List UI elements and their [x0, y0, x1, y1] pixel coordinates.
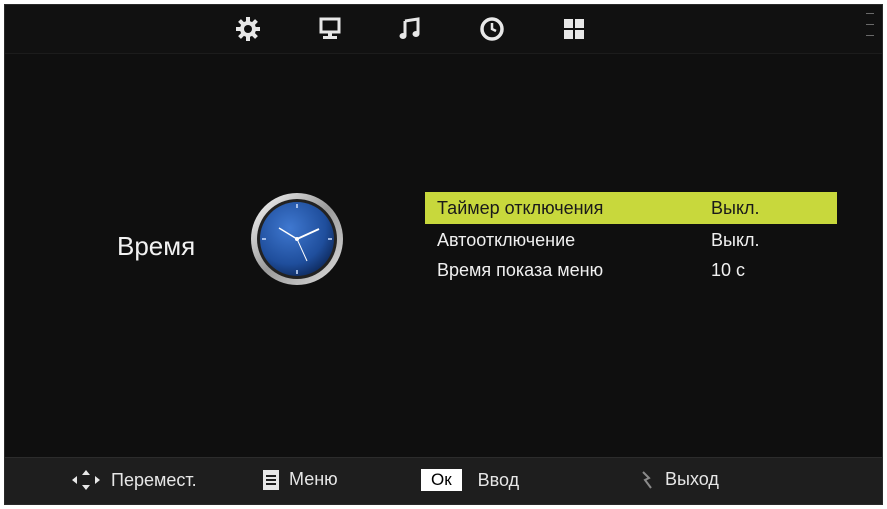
top-tab-bar — [5, 5, 882, 54]
menu-item-label: Время показа меню — [437, 260, 604, 280]
return-icon — [639, 470, 655, 490]
menu-item-value: Выкл. — [711, 230, 760, 250]
tab-display[interactable] — [313, 13, 347, 45]
menu-list-icon — [263, 469, 279, 490]
menu-item-sleep-timer[interactable]: Таймер отключения Выкл. — [425, 192, 837, 224]
hint-exit: Выход — [639, 469, 719, 490]
hint-enter-label: Ввод — [477, 469, 520, 490]
menu-item-label: Таймер отключения — [437, 198, 604, 218]
hint-move: Перемест. — [71, 469, 197, 491]
tab-time[interactable] — [475, 13, 509, 45]
dpad-arrows-icon — [71, 469, 101, 491]
edge-markers — [866, 13, 876, 53]
tab-settings[interactable] — [231, 13, 265, 45]
section-title: Время — [117, 231, 196, 261]
menu-item-label: Автоотключение — [437, 230, 576, 250]
clock-icon — [480, 17, 504, 41]
menu-item-osd-timeout[interactable]: Время показа меню 10 с — [425, 254, 837, 284]
hint-move-label: Перемест. — [111, 469, 197, 490]
ok-key: Ок — [421, 469, 462, 491]
bottom-hint-bar: Перемест. Меню Ок Ввод Выход — [5, 457, 882, 504]
menu-item-value: Выкл. — [711, 198, 760, 218]
grid-icon — [564, 19, 584, 39]
time-settings-menu: Таймер отключения Выкл. Автоотключение В… — [425, 192, 837, 284]
tab-apps[interactable] — [557, 13, 591, 45]
settings-gear-icon — [236, 17, 260, 41]
music-note-icon — [399, 17, 420, 39]
tab-sound[interactable] — [393, 13, 427, 45]
analog-clock-icon — [251, 193, 343, 285]
tv-menu-screen: Время Таймер отключения Выкл. Автоотключ… — [4, 4, 883, 505]
hint-menu: Меню — [263, 469, 338, 490]
hint-exit-label: Выход — [665, 469, 719, 489]
hint-menu-label: Меню — [289, 469, 338, 489]
hint-enter: Ок Ввод — [421, 469, 519, 491]
menu-item-value: 10 с — [711, 260, 746, 280]
display-icon — [319, 17, 341, 39]
menu-item-auto-off[interactable]: Автоотключение Выкл. — [425, 224, 837, 254]
